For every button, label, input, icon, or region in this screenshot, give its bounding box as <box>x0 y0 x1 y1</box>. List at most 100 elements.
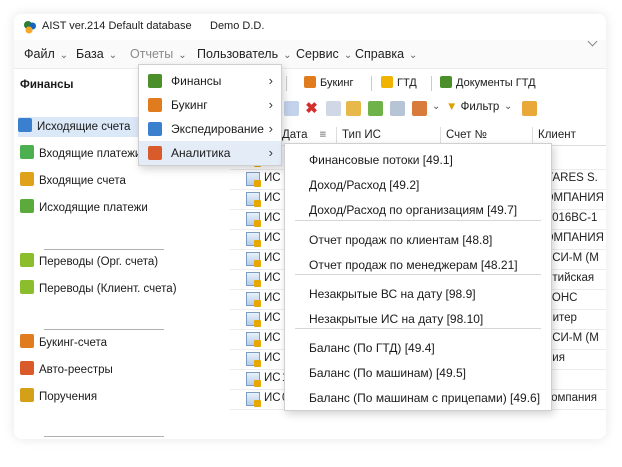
outgoing-invoice-icon <box>246 232 261 247</box>
booking-icon <box>20 334 34 348</box>
analytics-report-item[interactable]: Финансовые потоки [49.1] <box>285 148 551 172</box>
tab-separator <box>371 76 372 91</box>
auto-registry-icon <box>20 361 34 375</box>
analytics-icon <box>148 146 162 160</box>
outgoing-invoice-icon <box>246 392 261 407</box>
sidebar-item[interactable]: Переводы (Клиент. счета) <box>20 279 177 299</box>
sidebar-item[interactable]: Поручения <box>20 387 97 407</box>
transfer-org-icon <box>20 253 34 267</box>
chevron-right-icon: › <box>268 145 273 160</box>
analytics-report-item[interactable]: Баланс (По машинам с прицепами) [49.6] <box>285 386 551 410</box>
cell-type: ИС <box>264 312 281 324</box>
reports-menu-item[interactable]: Финансы › <box>139 69 281 93</box>
chevron-down-icon[interactable]: ⌄ <box>504 101 512 112</box>
reports-menu-item[interactable]: Букинг › <box>139 93 281 117</box>
analytics-report-item[interactable]: Отчет продаж по менеджерам [48.21] <box>285 253 551 277</box>
cell-type: ИС <box>264 192 281 204</box>
delete-icon[interactable]: ✖ <box>304 101 319 116</box>
outgoing-invoice-icon <box>246 352 261 367</box>
tab-gtd[interactable]: ГТД <box>381 76 417 89</box>
app-window: AIST ver.214 Default database Demo D.D. … <box>14 14 606 439</box>
sidebar-item[interactable]: Входящие счета <box>20 171 126 191</box>
document-icon[interactable] <box>346 101 361 116</box>
sidebar-item-label: Поручения <box>39 391 98 403</box>
gtd-icon <box>381 76 393 88</box>
clear-filter-icon[interactable] <box>522 101 537 116</box>
forwarding-icon <box>148 122 162 136</box>
menu-help[interactable]: Справка ⌄ <box>355 40 417 68</box>
sidebar-item[interactable]: Авто-реестры <box>20 360 113 380</box>
column-header-invoice[interactable]: Счет № <box>446 125 487 145</box>
reports-menu: Финансы › Букинг › Экспедирование › Аналитика › <box>138 64 282 166</box>
sidebar-divider <box>44 249 164 250</box>
analytics-report-item[interactable]: Баланс (По ГТД) [49.4] <box>285 336 551 360</box>
analytics-submenu: Финансовые потоки [49.1] Доход/Расход [49… <box>284 143 552 411</box>
menu-item-label: Финансы <box>171 74 222 88</box>
column-header-type[interactable]: Тип ИС <box>342 125 381 145</box>
menu-file[interactable]: Файл ⌄ <box>24 40 68 68</box>
invoice-in-icon <box>20 172 34 186</box>
menu-item-label: Баланс (По ГТД) [49.4] <box>309 341 435 355</box>
filter-icon[interactable]: ≡ <box>319 129 326 141</box>
chevron-right-icon: › <box>268 73 273 88</box>
booking-report-icon <box>148 98 162 112</box>
column-header-client[interactable]: Клиент <box>538 125 576 145</box>
cell-type: ИС <box>264 212 281 224</box>
outgoing-invoice-icon <box>246 372 261 387</box>
payment-icon[interactable] <box>368 101 383 116</box>
chevron-down-icon[interactable]: ⌄ <box>432 101 440 112</box>
booking-icon <box>304 76 316 88</box>
tab-separator <box>286 76 287 91</box>
sidebar-divider <box>44 329 164 330</box>
analytics-report-item[interactable]: Отчет продаж по клиентам [48.8] <box>285 228 551 252</box>
copy-icon[interactable] <box>326 101 341 116</box>
menu-item-label: Букинг <box>171 98 208 112</box>
sidebar-item[interactable]: Букинг-счета <box>20 333 107 353</box>
cell-type: ИС <box>264 372 281 384</box>
cell-type: ИС <box>264 392 281 404</box>
sidebar-title: Финансы <box>20 79 74 91</box>
sidebar-item-label: Авто-реестры <box>39 364 113 376</box>
chevron-down-icon: ⌄ <box>178 50 187 61</box>
finance-icon <box>148 74 162 88</box>
chevron-down-icon: ⌄ <box>343 50 353 61</box>
menu-item-label: Отчет продаж по менеджерам [48.21] <box>309 258 518 272</box>
analytics-report-item[interactable]: Незакрытые ИС на дату [98.10] <box>285 307 551 331</box>
menu-bar: Файл ⌄ База ⌄ Отчеты ⌄ Пользователь ⌄ Сервис… <box>14 40 606 69</box>
cell-type: ИС <box>264 172 281 184</box>
edit-icon[interactable] <box>284 101 299 116</box>
menu-item-label: Экспедирование <box>171 122 264 136</box>
print-icon[interactable] <box>390 101 405 116</box>
sidebar-item[interactable]: Исходящие платежи <box>20 198 148 218</box>
analytics-report-item[interactable]: Доход/Расход [49.2] <box>285 173 551 197</box>
sidebar-item-label: Исходящие счета <box>37 121 131 133</box>
menu-item-label: Финансовые потоки [49.1] <box>309 153 453 167</box>
column-divider <box>336 127 337 143</box>
analytics-report-item[interactable]: Незакрытые ВС на дату [98.9] <box>285 282 551 306</box>
menu-item-label: Отчет продаж по клиентам [48.8] <box>309 233 493 247</box>
analytics-report-item[interactable]: Доход/Расход по организациям [49.7] <box>285 198 551 222</box>
window-title: AIST ver.214 Default database <box>42 20 192 32</box>
sidebar-item-label: Входящие счета <box>39 175 126 187</box>
sidebar-item-label: Переводы (Клиент. счета) <box>39 283 177 295</box>
link-icon[interactable] <box>412 101 427 116</box>
reports-menu-item[interactable]: Аналитика › <box>139 141 281 165</box>
analytics-report-item[interactable]: Баланс (По машинам) [49.5] <box>285 361 551 385</box>
tab-booking[interactable]: Букинг <box>304 76 354 89</box>
menu-service[interactable]: Сервис ⌄ <box>296 40 352 68</box>
reports-menu-item[interactable]: Экспедирование › <box>139 117 281 141</box>
cell-type: ИС <box>264 232 281 244</box>
sidebar-item[interactable]: Входящие платежи <box>20 144 141 164</box>
cell-type: ИС <box>264 332 281 344</box>
cell-type: ИС <box>264 352 281 364</box>
cell-type: ИС <box>264 252 281 264</box>
filter-button[interactable]: ▼ Фильтр <box>446 101 499 113</box>
sidebar-item[interactable]: Переводы (Орг. счета) <box>20 252 158 272</box>
menu-database[interactable]: База ⌄ <box>76 40 117 68</box>
documents-icon <box>440 76 452 88</box>
column-header-date[interactable]: Дата ≡ <box>282 125 326 145</box>
payment-out-icon <box>20 199 34 213</box>
chevron-down-icon: ⌄ <box>283 50 292 61</box>
tab-gtd-documents[interactable]: Документы ГТД <box>440 76 536 89</box>
sidebar-item-label: Входящие платежи <box>39 148 142 160</box>
